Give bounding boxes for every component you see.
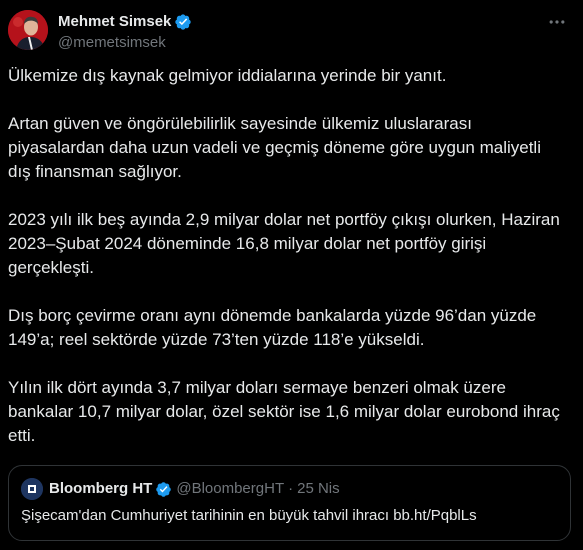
tweet-paragraph: Artan güven ve öngörülebilirlik sayesind…	[8, 114, 541, 181]
quote-handle: @BloombergHT	[176, 480, 285, 497]
author-display-name[interactable]: Mehmet Simsek	[58, 12, 171, 32]
quote-display-name: Bloomberg HT	[49, 480, 153, 497]
quote-avatar	[21, 478, 43, 500]
quoted-tweet[interactable]: Bloomberg HT @BloombergHT · 25 Nis Şişec…	[8, 465, 571, 541]
verified-badge-icon	[174, 13, 192, 31]
tweet-paragraph: Yılın ilk dört ayında 3,7 milyar doları …	[8, 378, 560, 445]
author-avatar[interactable]	[8, 10, 48, 50]
verified-badge-icon	[155, 481, 172, 498]
author-handle[interactable]: @memetsimsek	[58, 33, 166, 53]
more-options-icon[interactable]	[545, 10, 569, 34]
tweet-paragraph: Dış borç çevirme oranı aynı dönemde bank…	[8, 306, 537, 349]
quote-date: 25 Nis	[297, 480, 340, 497]
tweet-paragraph: 2023 yılı ilk beş ayında 2,9 milyar dola…	[8, 210, 560, 277]
tweet-text: Ülkemize dış kaynak gelmiyor iddialarına…	[8, 64, 573, 448]
tweet: Mehmet Simsek @memetsimsek Ülkemize dış …	[0, 0, 583, 550]
quote-text: Şişecam'dan Cumhuriyet tarihinin en büyü…	[21, 507, 477, 524]
quote-header: Bloomberg HT @BloombergHT · 25 Nis	[49, 478, 340, 500]
author-name-row: Mehmet Simsek	[58, 12, 192, 32]
quote-separator: ·	[288, 480, 294, 497]
tweet-paragraph: Ülkemize dış kaynak gelmiyor iddialarına…	[8, 66, 447, 85]
